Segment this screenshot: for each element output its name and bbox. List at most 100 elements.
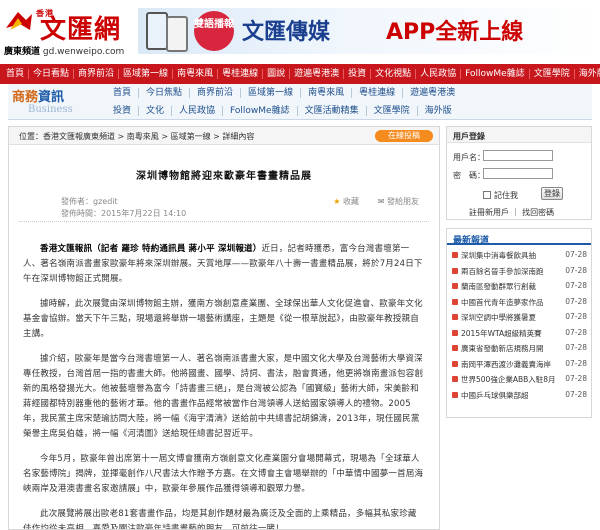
latest-news-box: 最新報道 深圳集中消毒餐飲具抽 07-28 兩百餘名晉手參加深南跑 07-28 蘭南區發… bbox=[446, 228, 592, 418]
business-nav-row: 投資 文化 人民政協 FollowMe雜誌 文匯活動精集 文匯學院 海外版 bbox=[106, 102, 592, 120]
remember-label: 記住我 bbox=[494, 191, 518, 200]
news-item[interactable]: 深圳空調中學將獲暑夏 07-28 bbox=[452, 311, 587, 327]
business-nav-item[interactable]: 今日焦點 bbox=[139, 88, 191, 98]
business-nav-item[interactable]: 首頁 bbox=[106, 88, 140, 98]
main-nav-item[interactable]: 投資 bbox=[344, 69, 372, 79]
channel-domain: gd.wenweipo.com bbox=[42, 47, 125, 57]
share-link[interactable]: ✉ 發給朋友 bbox=[378, 196, 419, 207]
business-nav-item[interactable]: 文匯活動精集 bbox=[298, 106, 367, 116]
password-input[interactable] bbox=[483, 168, 553, 179]
business-title: 商務資訊 bbox=[12, 86, 64, 105]
login-title: 用戶登錄 bbox=[447, 127, 591, 143]
password-label: 密 碼： bbox=[453, 171, 485, 180]
business-nav-item[interactable]: 人民政協 bbox=[172, 106, 224, 116]
bullet-icon bbox=[452, 283, 458, 289]
business-nav-item[interactable]: 投資 bbox=[106, 106, 140, 116]
main-nav: 首頁 今日看點 商界前沿 區域第一線 南粵來風 粵桂連線 圖說 遊遍粵港澳 投資 文化視點 人民政協… bbox=[0, 64, 600, 84]
main-nav-item[interactable]: 南粵來風 bbox=[173, 69, 219, 79]
app-banner[interactable]: 雙語播報 文匯傳媒 APP全新上線 bbox=[138, 8, 598, 54]
news-item-title[interactable]: 中國乒乓球俱樂部超 bbox=[461, 390, 561, 401]
news-item-title[interactable]: 南岡平潭西渡沙灘義賣海岸 bbox=[461, 359, 561, 370]
news-item[interactable]: 深圳集中消毒餐飲具抽 07-28 bbox=[452, 249, 587, 265]
main-nav-item[interactable]: 首頁 bbox=[2, 69, 30, 79]
breadcrumb-bar: 位置：香港文匯報廣東頻道 > 南粵來風 > 區域第一線 > 詳細內容 在線投稿 bbox=[9, 127, 439, 145]
main-nav-item[interactable]: 圖說 bbox=[263, 69, 291, 79]
site-logo[interactable]: 香港 文匯網 廣東頻道 gd.wenweipo.com bbox=[4, 8, 126, 57]
news-item-date: 07-28 bbox=[565, 389, 587, 399]
article-paragraph: 據時解，此次展覽由深圳博物館主辦，獲南方嶺創意產業團、全球保出華人文化促進會、歐… bbox=[23, 299, 423, 339]
business-nav-item[interactable]: 區域第一線 bbox=[241, 88, 302, 98]
main-nav-item[interactable]: 遊遍粵港澳 bbox=[290, 69, 345, 79]
news-item-title[interactable]: 中國首代青年造夢家作品 bbox=[461, 297, 561, 308]
banner-app-text: APP全新上線 bbox=[386, 20, 524, 45]
business-nav-item[interactable]: FollowMe雜誌 bbox=[223, 106, 298, 116]
news-item-title[interactable]: 蘭南區發動群眾行創裁 bbox=[461, 281, 561, 292]
business-nav-item[interactable]: 文化 bbox=[139, 106, 173, 116]
business-nav-item[interactable]: 粵桂連線 bbox=[352, 88, 404, 98]
news-item-date: 07-28 bbox=[565, 327, 587, 337]
article-paragraph: 據介紹，歐豪年是當今台灣書壇第一人、著名嶺南派書畫大家，是中國文化大學及台灣藝術… bbox=[23, 354, 424, 439]
business-title-a: 商務 bbox=[12, 90, 39, 105]
account-links[interactable]: 註冊新用戶 ｜ 找回密碼 bbox=[469, 207, 554, 218]
article-publisher: 發佈者：gzedit bbox=[61, 197, 118, 206]
main-nav-item[interactable]: 人民政協 bbox=[416, 69, 462, 79]
share-label: 發給朋友 bbox=[387, 197, 419, 206]
favorite-link[interactable]: ★ 收藏 bbox=[333, 196, 359, 207]
phone-icon bbox=[166, 16, 188, 52]
news-item-title[interactable]: 深圳集中消毒餐飲具抽 bbox=[461, 250, 561, 261]
main-nav-item[interactable]: 今日看點 bbox=[29, 69, 75, 79]
news-item-title[interactable]: 世界500強企業ABB入駐8月 bbox=[461, 374, 561, 385]
mail-icon: ✉ bbox=[377, 197, 385, 206]
username-input[interactable] bbox=[483, 150, 553, 161]
business-nav-item[interactable]: 海外版 bbox=[418, 106, 459, 116]
favorite-label: 收藏 bbox=[343, 197, 359, 206]
main-nav-item[interactable]: 商界前沿 bbox=[74, 69, 120, 79]
breadcrumb[interactable]: 位置：香港文匯報廣東頻道 > 南粵來風 > 區域第一線 > 詳細內容 bbox=[19, 131, 254, 142]
news-item-date: 07-28 bbox=[565, 358, 587, 368]
bullet-icon bbox=[452, 391, 458, 398]
news-item-date: 07-28 bbox=[565, 281, 587, 290]
news-item-title[interactable]: 廣東省發動新店規務月開 bbox=[461, 343, 561, 354]
bullet-icon bbox=[452, 252, 458, 258]
news-item[interactable]: 廣東省發動新店規務月開 07-28 bbox=[452, 342, 587, 358]
news-item-date: 07-28 bbox=[565, 343, 587, 352]
news-item[interactable]: 中國首代青年造夢家作品 07-28 bbox=[452, 296, 587, 312]
main-nav-item[interactable]: 文匯學院 bbox=[530, 69, 575, 79]
news-item[interactable]: 2015年WTA超級精英賽 07-28 bbox=[452, 327, 587, 343]
article-paragraph: 今年5月，歐豪年曾出席第十一屆文博會獲南方嶺創意文化產業園分會場開幕式，現場為「… bbox=[23, 454, 424, 494]
main-nav-item[interactable]: FollowMe雜誌 bbox=[461, 69, 530, 79]
article-lead: 香港文匯報訊（記者 羅珍 特約通訊員 蔣小平 深圳報道） bbox=[40, 244, 262, 254]
news-item[interactable]: 世界500強企業ABB入駐8月 07-28 bbox=[452, 373, 587, 389]
business-subtitle: Business bbox=[28, 104, 73, 115]
business-nav-item[interactable]: 商界前沿 bbox=[190, 88, 242, 98]
business-title-b: 資訊 bbox=[38, 90, 65, 105]
username-label: 用戶名： bbox=[453, 153, 485, 162]
news-item-title[interactable]: 深圳空調中學將獲暑夏 bbox=[461, 312, 561, 323]
main-nav-item[interactable]: 粵桂連線 bbox=[218, 69, 264, 79]
news-item[interactable]: 中國乒乓球俱樂部超 07-28 bbox=[452, 389, 587, 405]
business-nav-item[interactable]: 文匯學院 bbox=[367, 106, 418, 116]
main-nav-item[interactable]: 區域第一線 bbox=[119, 69, 174, 79]
remember-checkbox[interactable] bbox=[483, 191, 491, 199]
channel-name: 廣東頻道 bbox=[4, 47, 41, 57]
news-item[interactable]: 兩百餘名晉手參加深南跑 07-28 bbox=[452, 265, 587, 281]
bullet-icon bbox=[452, 298, 458, 305]
main-nav-item[interactable]: 文化視點 bbox=[371, 69, 417, 79]
bullet-icon bbox=[452, 329, 458, 336]
business-logo: 商務資訊 Business bbox=[8, 84, 100, 120]
business-nav-item[interactable]: 遊遍粵港澳 bbox=[403, 88, 462, 98]
main-nav-item[interactable]: 海外版 bbox=[575, 69, 600, 79]
news-item-date: 07-28 bbox=[565, 250, 587, 259]
submit-article-button[interactable]: 在線投稿 bbox=[375, 130, 433, 142]
news-item[interactable]: 南岡平潭西渡沙灘義賣海岸 07-28 bbox=[452, 358, 587, 374]
news-item-title[interactable]: 兩百餘名晉手參加深南跑 bbox=[461, 266, 561, 277]
article-panel: 位置：香港文匯報廣東頻道 > 南粵來風 > 區域第一線 > 詳細內容 在線投稿 … bbox=[8, 126, 440, 530]
news-item-title[interactable]: 2015年WTA超級精英賽 bbox=[461, 328, 561, 339]
login-button[interactable]: 登錄 bbox=[541, 187, 563, 200]
news-item[interactable]: 蘭南區發動群眾行創裁 07-28 bbox=[452, 280, 587, 296]
business-nav-item[interactable]: 南粵來風 bbox=[301, 88, 353, 98]
news-item-date: 07-28 bbox=[565, 296, 587, 306]
banner-brand: 文匯傳媒 bbox=[242, 19, 331, 45]
business-nav-row: 首頁 今日焦點 商界前沿 區域第一線 南粵來風 粵桂連線 遊遍粵港澳 bbox=[106, 84, 592, 102]
bullet-icon bbox=[452, 314, 458, 320]
